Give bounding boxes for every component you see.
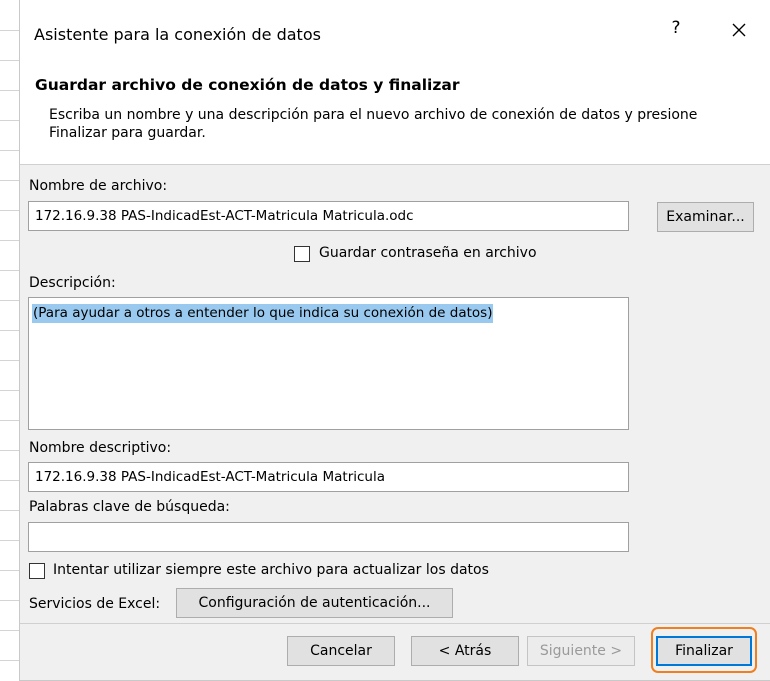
grid-line xyxy=(0,630,20,631)
step-title: Guardar archivo de conexión de datos y f… xyxy=(35,76,460,94)
filename-label: Nombre de archivo: xyxy=(29,178,168,194)
keywords-label: Palabras clave de búsqueda: xyxy=(29,499,230,515)
friendly-name-label: Nombre descriptivo: xyxy=(29,440,172,456)
grid-line xyxy=(0,570,20,571)
next-button[interactable]: Siguiente > xyxy=(527,636,635,666)
grid-line xyxy=(0,150,20,151)
grid-line xyxy=(0,360,20,361)
grid-line xyxy=(0,450,20,451)
grid-line xyxy=(0,270,20,271)
grid-line xyxy=(0,420,20,421)
spreadsheet-background xyxy=(0,0,20,681)
keywords-input[interactable] xyxy=(28,522,629,552)
description-selected-text: (Para ayudar a otros a entender lo que i… xyxy=(32,304,494,323)
help-button[interactable]: ? xyxy=(664,18,688,38)
grid-line xyxy=(0,300,20,301)
grid-line xyxy=(0,90,20,91)
grid-line xyxy=(0,600,20,601)
friendly-name-input[interactable]: 172.16.9.38 PAS-IndicadEst-ACT-Matricula… xyxy=(28,462,629,492)
grid-line xyxy=(0,540,20,541)
grid-line xyxy=(0,480,20,481)
grid-line xyxy=(0,60,20,61)
browse-button[interactable]: Examinar... xyxy=(657,202,754,232)
always-use-file-label: Intentar utilizar siempre este archivo p… xyxy=(53,562,489,578)
grid-line xyxy=(0,210,20,211)
finish-button[interactable]: Finalizar xyxy=(656,636,752,666)
grid-line xyxy=(0,330,20,331)
always-use-file-checkbox[interactable] xyxy=(29,563,45,579)
close-icon xyxy=(732,23,746,37)
save-password-checkbox[interactable] xyxy=(294,246,310,262)
wizard-header: Guardar archivo de conexión de datos y f… xyxy=(20,64,770,165)
cancel-button[interactable]: Cancelar xyxy=(287,636,395,666)
grid-line xyxy=(0,240,20,241)
back-button[interactable]: < Atrás xyxy=(411,636,519,666)
save-password-label: Guardar contraseña en archivo xyxy=(319,245,537,261)
grid-line xyxy=(0,120,20,121)
grid-line xyxy=(0,510,20,511)
step-description: Escriba un nombre y una descripción para… xyxy=(49,107,698,141)
grid-line xyxy=(0,660,20,661)
window-title: Asistente para la conexión de datos xyxy=(34,25,321,44)
authentication-settings-button[interactable]: Configuración de autenticación... xyxy=(176,588,453,618)
grid-line xyxy=(0,390,20,391)
filename-input[interactable]: 172.16.9.38 PAS-IndicadEst-ACT-Matricula… xyxy=(28,201,629,231)
grid-line xyxy=(0,30,20,31)
close-button[interactable] xyxy=(725,16,753,44)
title-bar: Asistente para la conexión de datos ? xyxy=(20,0,770,64)
data-connection-wizard-dialog: Asistente para la conexión de datos ? Gu… xyxy=(19,0,770,681)
description-label: Descripción: xyxy=(29,275,116,291)
footer-separator xyxy=(20,623,770,624)
description-textarea[interactable]: (Para ayudar a otros a entender lo que i… xyxy=(28,297,629,430)
grid-line xyxy=(0,180,20,181)
excel-services-label: Servicios de Excel: xyxy=(29,596,161,612)
